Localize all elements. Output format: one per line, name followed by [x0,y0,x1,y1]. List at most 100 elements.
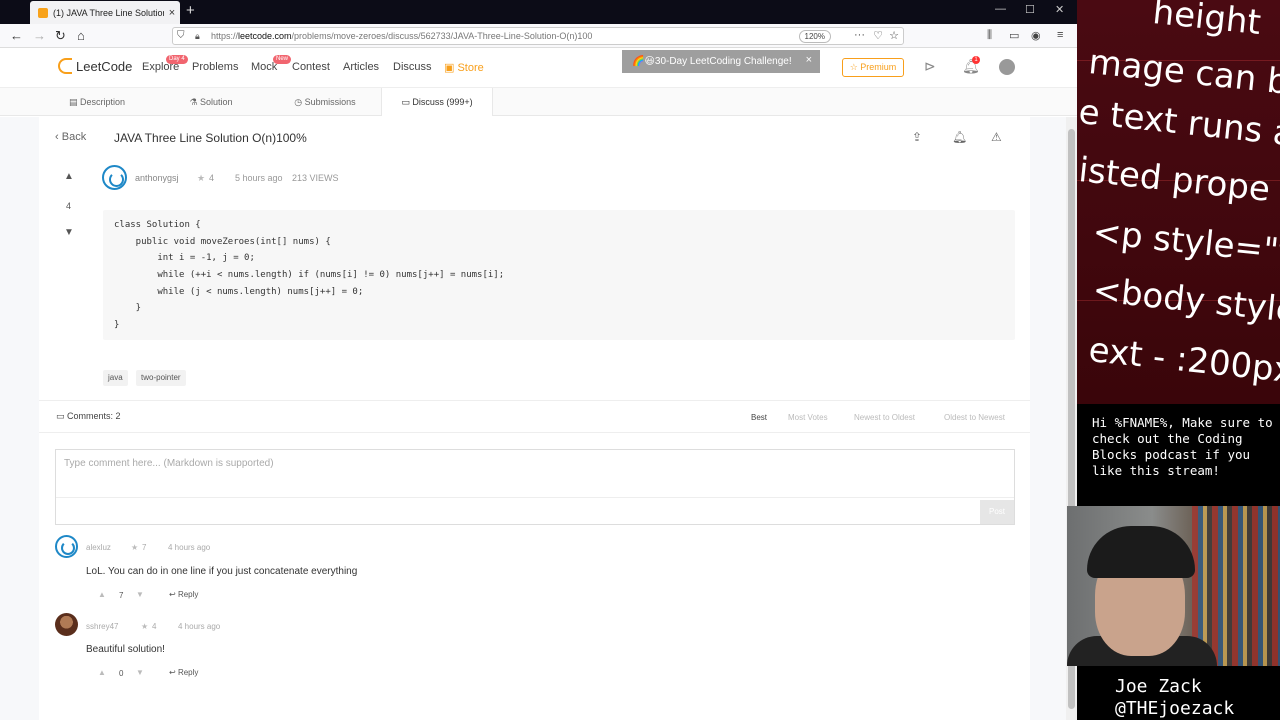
sort-most-votes[interactable]: Most Votes [788,413,828,422]
lock-icon[interactable]: 🔒︎ [195,31,200,42]
discuss-icon: ▭ [401,97,413,107]
author-reputation: 4 [209,173,215,183]
reply-button[interactable]: ↩ Reply [169,668,198,677]
home-icon[interactable]: ⌂ [77,28,85,43]
sort-newest[interactable]: Newest to Oldest [854,413,915,422]
comment-input[interactable] [56,450,1014,498]
url-text: https://leetcode.com/problems/move-zeroe… [211,31,593,41]
nav-discuss[interactable]: Discuss [393,61,432,73]
solution-icon: ⚗ [189,97,201,107]
minimize-icon[interactable]: — [995,3,1006,15]
shield-icon[interactable]: ⛉ [177,30,185,41]
bookmark-star-icon[interactable]: ☆ [889,29,899,42]
stream-code-overlay: height mage can b e text runs a isted pr… [1077,0,1280,404]
subscribe-bell-icon[interactable]: 🔔︎ [952,130,967,144]
comment-icon: ▭ [56,411,68,421]
close-banner-icon[interactable]: × [806,54,812,66]
page-actions-icon[interactable]: ··· [854,29,865,41]
pocket-icon[interactable]: ♡ [873,29,883,42]
tab-description[interactable]: ▤ Description [40,88,154,116]
nav-problems[interactable]: Problems [192,61,238,73]
nav-mock[interactable]: Mock [251,61,277,73]
explore-badge: Day 4 [166,55,188,64]
close-tab-icon[interactable]: × [164,7,180,19]
code-line: } [114,320,120,330]
browser-toolbar: ← → ↻ ⌂ ⛉ 🔒︎ https://leetcode.com/proble… [0,24,1077,48]
post-comment-button[interactable]: Post [980,500,1014,524]
post-title: JAVA Three Line Solution O(n)100% [114,131,307,145]
streamer-name: Joe Zack [1115,676,1202,697]
tab-solution[interactable]: ⚗ Solution [154,88,268,116]
browser-window: (1) JAVA Three Line Solution O( × + — ☐ … [0,0,1077,720]
comment-avatar[interactable] [55,613,78,636]
nav-articles[interactable]: Articles [343,61,379,73]
maximize-icon[interactable]: ☐ [1025,3,1035,16]
store-icon: ▣ [444,62,458,74]
reply-button[interactable]: ↩ Reply [169,590,198,599]
comment-text: Beautiful solution! [86,644,165,655]
account-icon[interactable]: ◉ [1031,29,1041,42]
overlay-code-line: e text runs a [1077,92,1280,155]
author-avatar[interactable] [102,165,127,190]
zoom-level[interactable]: 120% [798,30,831,43]
address-bar[interactable]: ⛉ 🔒︎ https://leetcode.com/problems/move-… [172,27,904,45]
comment-author[interactable]: sshrey47 [86,622,118,631]
overlay-code-line: height [1150,0,1263,44]
reply-arrow-icon: ↩ [169,590,178,599]
library-icon[interactable]: ⫼ [987,29,992,42]
comment-upvote-icon[interactable]: ▲ [98,668,106,677]
comment-author[interactable]: alexluz [86,543,111,552]
divider [39,400,1030,401]
tag-two-pointer[interactable]: two-pointer [136,370,186,386]
premium-button[interactable]: ☆ Premium [842,58,904,77]
webcam-feed [1067,506,1280,666]
notification-badge: 1 [972,56,980,64]
tab-submissions[interactable]: ◷ Submissions [268,88,382,116]
comments-header: ▭ Comments: 2 [56,411,121,421]
user-avatar[interactable] [999,59,1015,75]
leetcode-logo[interactable]: LeetCode [58,58,132,74]
forward-arrow-icon[interactable]: → [33,28,46,43]
comment-downvote-icon[interactable]: ▼ [136,590,144,599]
overlay-code-line: isted prope [1077,150,1272,210]
back-link[interactable]: ‹ Back [55,131,86,143]
nav-contest[interactable]: Contest [292,61,330,73]
playground-icon[interactable]: ⊳ [924,58,936,75]
new-tab-button[interactable]: + [186,2,195,19]
reload-icon[interactable]: ↻ [55,28,66,44]
post-vote-count: 4 [66,201,72,211]
site-header: LeetCode Explore Day 4 Problems Mock New… [0,48,1077,88]
comment-upvote-icon[interactable]: ▲ [98,590,106,599]
comment-vote-count: 0 [119,669,124,678]
tag-java[interactable]: java [103,370,128,386]
back-arrow-icon[interactable]: ← [10,28,23,43]
share-icon[interactable]: ⇪ [912,130,922,144]
comment-avatar[interactable] [55,535,78,558]
comment-time: 4 hours ago [168,543,211,552]
menu-icon[interactable]: ≡ [1057,29,1063,41]
upvote-icon[interactable]: ▲ [64,171,74,182]
browser-tab[interactable]: (1) JAVA Three Line Solution O( × [30,1,180,24]
tab-discuss[interactable]: ▭ Discuss (999+) [381,88,493,116]
sort-best[interactable]: Best [751,413,767,422]
comment-reputation: 7 [142,543,147,552]
submissions-icon: ◷ [294,97,305,107]
code-line: class Solution { [114,220,201,230]
desktop: (1) JAVA Three Line Solution O( × + — ☐ … [0,0,1280,720]
comment-text: LoL. You can do in one line if you just … [86,566,358,577]
overlay-code-line: <body style [1090,270,1280,332]
nav-store[interactable]: ▣ Store [444,61,484,74]
reputation-star-icon: ★ [197,173,206,183]
challenge-banner[interactable]: 🌈😃30-Day LeetCoding Challenge! × [622,50,820,73]
close-window-icon[interactable]: ✕ [1055,3,1064,16]
sidebar-icon[interactable]: ▭ [1009,29,1019,42]
sort-oldest[interactable]: Oldest to Newest [944,413,1005,422]
report-warning-icon[interactable]: ⚠ [991,130,1002,144]
comment-editor: Post [55,449,1015,525]
author-name[interactable]: anthonygsj [135,173,179,183]
divider [39,432,1030,433]
comment-downvote-icon[interactable]: ▼ [136,668,144,677]
stream-message: Hi %FNAME%, Make sure to check out the C… [1077,404,1280,506]
problem-tabs: ▤ Description ⚗ Solution ◷ Submissions ▭… [0,88,1077,116]
downvote-icon[interactable]: ▼ [64,227,74,238]
